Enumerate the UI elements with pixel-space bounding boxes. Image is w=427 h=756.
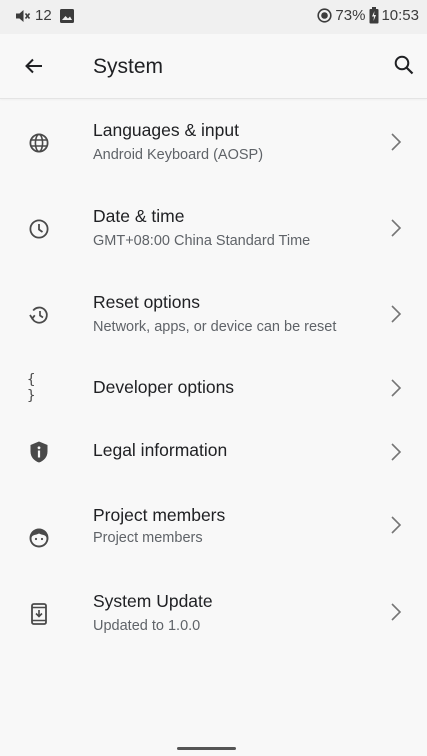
gesture-nav-handle[interactable] bbox=[177, 747, 236, 750]
notification-count: 12 bbox=[35, 7, 52, 24]
battery-icon bbox=[369, 7, 379, 24]
chevron-right-icon bbox=[391, 305, 402, 323]
chevron-right-icon bbox=[391, 516, 402, 534]
chevron-right-icon bbox=[391, 603, 402, 621]
shield-info-icon bbox=[27, 440, 51, 464]
settings-item-developer[interactable]: { } Developer options bbox=[0, 357, 427, 420]
status-bar: 12 73% 10:53 bbox=[0, 0, 427, 34]
search-icon[interactable] bbox=[392, 53, 416, 77]
chevron-right-icon bbox=[391, 379, 402, 397]
record-icon bbox=[317, 8, 333, 23]
settings-item-project-members[interactable]: Project members Project members bbox=[0, 484, 427, 570]
battery-percent: 73% bbox=[335, 7, 366, 24]
chevron-right-icon bbox=[391, 219, 402, 237]
status-left: 12 bbox=[15, 7, 74, 24]
item-subtitle: Android Keyboard (AOSP) bbox=[93, 147, 264, 163]
image-icon bbox=[59, 8, 74, 23]
item-subtitle: Project members bbox=[93, 530, 203, 546]
globe-icon bbox=[27, 131, 51, 155]
chevron-right-icon bbox=[391, 133, 402, 151]
app-bar: System bbox=[0, 34, 427, 99]
chevron-right-icon bbox=[391, 443, 402, 461]
clock-icon bbox=[27, 217, 51, 241]
settings-item-system-update[interactable]: System Update Updated to 1.0.0 bbox=[0, 570, 427, 656]
system-update-icon bbox=[27, 602, 51, 626]
item-subtitle: Updated to 1.0.0 bbox=[93, 618, 201, 634]
settings-item-legal[interactable]: Legal information bbox=[0, 420, 427, 484]
clock-time: 10:53 bbox=[381, 7, 419, 24]
status-right: 73% 10:53 bbox=[317, 7, 419, 24]
face-icon bbox=[27, 526, 51, 550]
item-title: System Update bbox=[93, 591, 213, 611]
settings-item-reset[interactable]: Reset options Network, apps, or device c… bbox=[0, 271, 427, 357]
item-title: Languages & input bbox=[93, 120, 239, 140]
restore-icon bbox=[27, 303, 51, 327]
settings-item-date-time[interactable]: Date & time GMT+08:00 China Standard Tim… bbox=[0, 185, 427, 271]
item-subtitle: Network, apps, or device can be reset bbox=[93, 319, 337, 335]
back-arrow-icon[interactable] bbox=[22, 54, 46, 78]
settings-item-languages[interactable]: Languages & input Android Keyboard (AOSP… bbox=[0, 100, 427, 185]
item-title: Legal information bbox=[93, 440, 228, 460]
item-subtitle: GMT+08:00 China Standard Time bbox=[93, 233, 311, 249]
item-title: Developer options bbox=[93, 377, 235, 397]
braces-icon: { } bbox=[27, 372, 37, 404]
item-title: Project members bbox=[93, 505, 226, 525]
volume-icon bbox=[15, 9, 31, 23]
item-title: Reset options bbox=[93, 292, 201, 312]
item-title: Date & time bbox=[93, 206, 185, 226]
page-title: System bbox=[93, 55, 164, 78]
